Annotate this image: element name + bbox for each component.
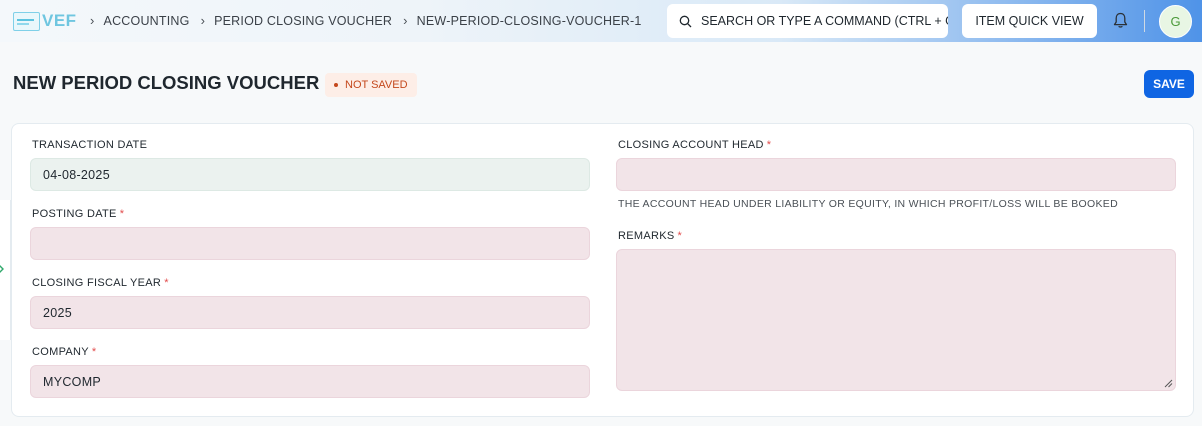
required-marker: *: [677, 230, 683, 242]
page-title: NEW PERIOD CLOSING VOUCHER: [13, 72, 320, 93]
status-dot-icon: [334, 83, 338, 87]
closing-account-head-input[interactable]: [616, 158, 1176, 191]
item-quick-view-button[interactable]: ITEM QUICK VIEW: [962, 4, 1097, 38]
breadcrumb: › ACCOUNTING › PERIOD CLOSING VOUCHER › …: [90, 13, 653, 28]
company-input[interactable]: MYCOMP: [30, 365, 590, 398]
search-input[interactable]: SEARCH OR TYPE A COMMAND (CTRL + G): [667, 4, 948, 38]
form-card: TRANSACTION DATE 04-08-2025 POSTING DATE…: [11, 123, 1194, 417]
closing-account-head-label: CLOSING ACCOUNT HEAD *: [618, 139, 772, 151]
status-text: NOT SAVED: [345, 79, 408, 91]
search-icon: [679, 15, 692, 27]
breadcrumb-item-period-closing-voucher[interactable]: PERIOD CLOSING VOUCHER: [214, 14, 392, 28]
status-badge: NOT SAVED: [325, 73, 417, 97]
chevron-right-icon: ›: [403, 13, 408, 28]
logo-text: VEF: [42, 11, 77, 30]
posting-date-input[interactable]: [30, 227, 590, 260]
breadcrumb-item-current-doc[interactable]: NEW-PERIOD-CLOSING-VOUCHER-1: [417, 14, 642, 28]
navbar: VEF › ACCOUNTING › PERIOD CLOSING VOUCHE…: [0, 0, 1202, 42]
company-label: COMPANY *: [32, 346, 97, 358]
closing-fiscal-year-input[interactable]: 2025: [30, 296, 590, 329]
user-avatar[interactable]: G: [1159, 5, 1192, 38]
chevron-right-icon: ›: [200, 13, 206, 28]
chevron-right-icon: ›: [90, 13, 95, 28]
transaction-date-input[interactable]: 04-08-2025: [30, 158, 590, 191]
required-marker: *: [119, 208, 125, 220]
logo-icon: [13, 11, 40, 31]
remarks-label: REMARKS *: [618, 230, 683, 242]
notification-bell-icon[interactable]: [1113, 12, 1128, 29]
navbar-divider: [1144, 10, 1145, 32]
required-marker: *: [766, 139, 772, 151]
required-marker: *: [164, 277, 169, 289]
closing-account-head-help: THE ACCOUNT HEAD UNDER LIABILITY OR EQUI…: [618, 198, 1118, 210]
save-button[interactable]: SAVE: [1144, 70, 1194, 98]
required-marker: *: [91, 346, 97, 358]
app-logo[interactable]: VEF: [13, 11, 77, 31]
breadcrumb-item-accounting[interactable]: ACCOUNTING: [104, 14, 190, 28]
sidebar-expand-chevron-icon[interactable]: [0, 263, 5, 275]
closing-fiscal-year-label: CLOSING FISCAL YEAR *: [32, 277, 169, 289]
remarks-textarea[interactable]: [616, 249, 1176, 391]
search-placeholder: SEARCH OR TYPE A COMMAND (CTRL + G): [701, 14, 948, 28]
transaction-date-label: TRANSACTION DATE: [32, 139, 148, 151]
resize-handle-icon[interactable]: [1164, 379, 1173, 388]
posting-date-label: POSTING DATE *: [32, 208, 125, 220]
